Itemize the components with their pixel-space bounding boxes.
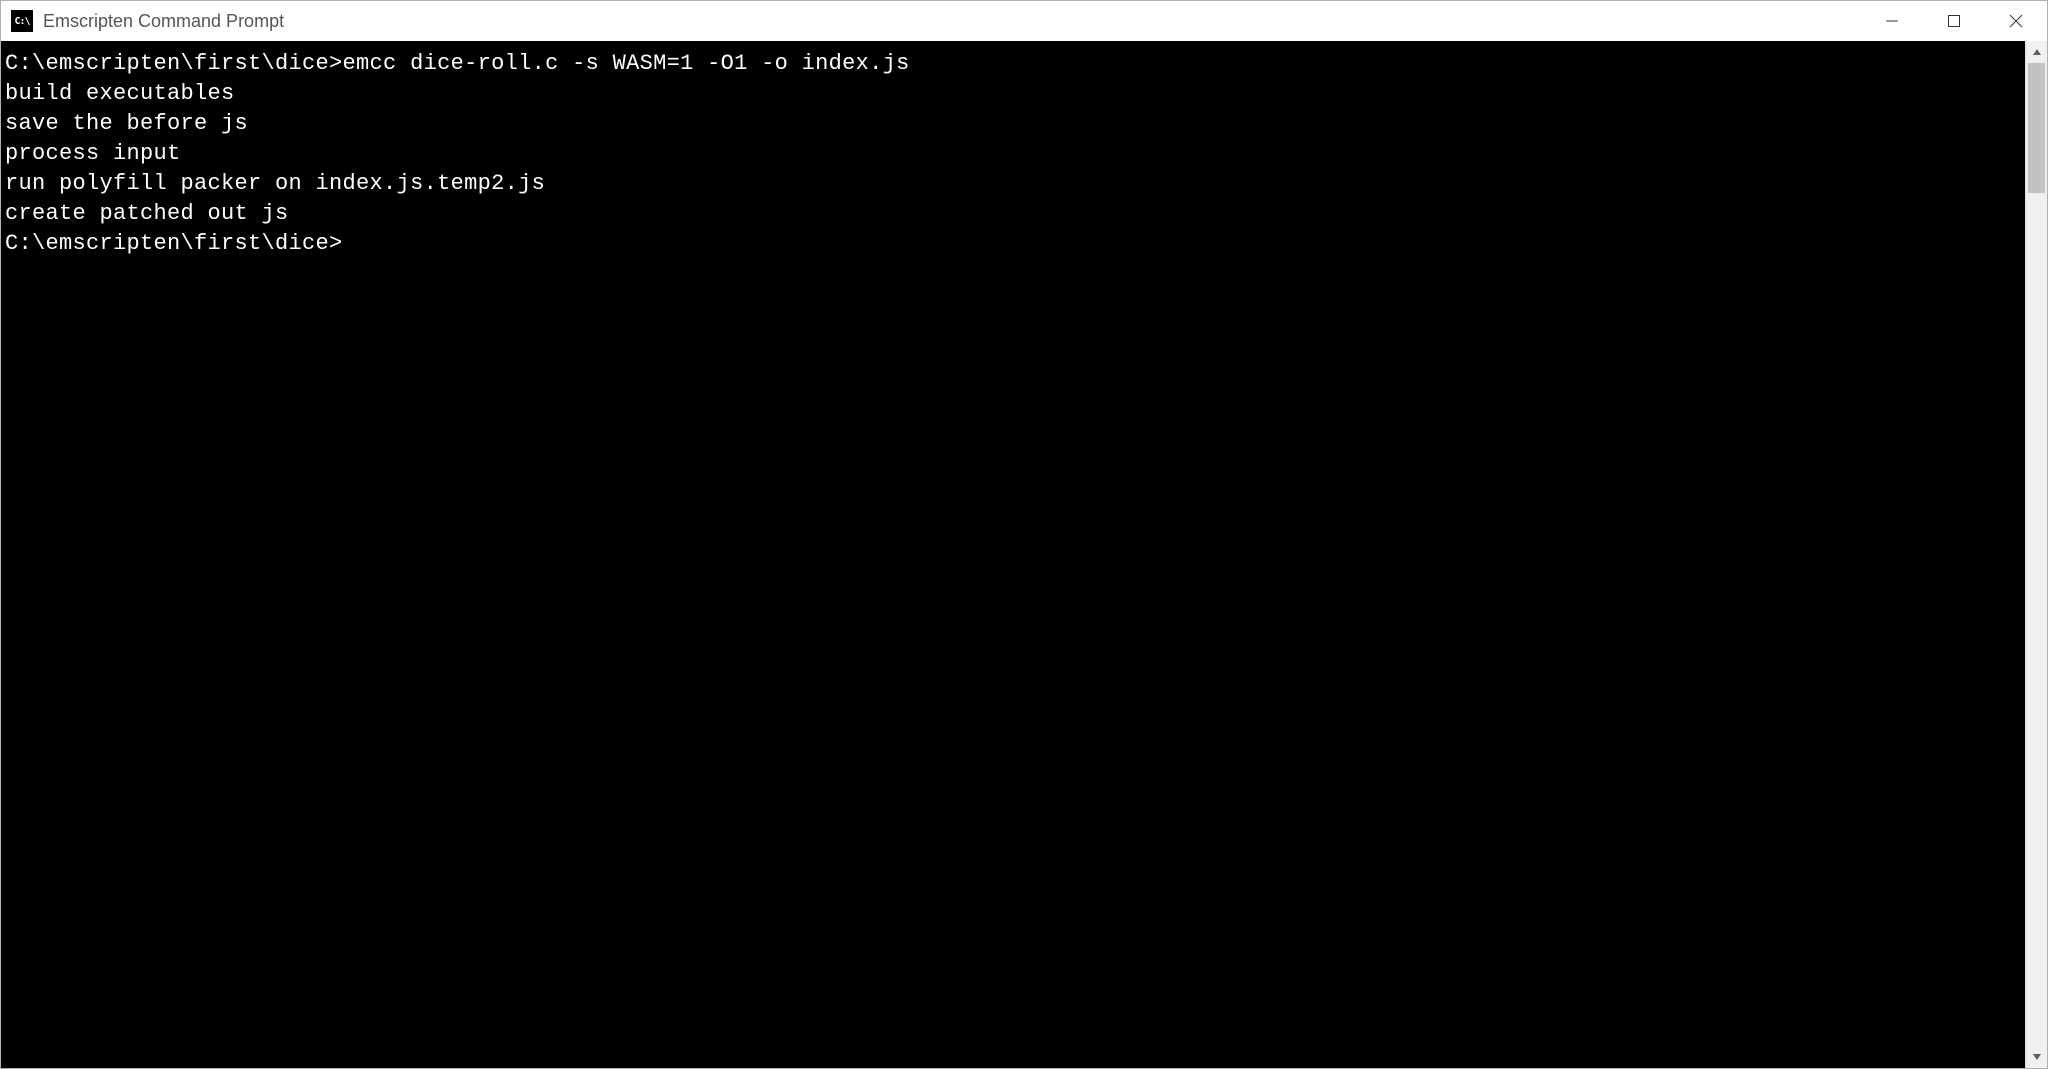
terminal-line: C:\emscripten\first\dice>emcc dice-roll.… (5, 49, 2021, 79)
terminal-line: C:\emscripten\first\dice> (5, 229, 2021, 259)
terminal-line: run polyfill packer on index.js.temp2.js (5, 169, 2021, 199)
close-icon (2009, 14, 2023, 28)
titlebar[interactable]: C:\ Emscripten Command Prompt (1, 1, 2047, 41)
chevron-down-icon (2032, 1052, 2042, 1062)
minimize-icon (1885, 14, 1899, 28)
chevron-up-icon (2032, 47, 2042, 57)
terminal-line: build executables (5, 79, 2021, 109)
scroll-up-button[interactable] (2026, 41, 2047, 63)
scroll-down-button[interactable] (2026, 1046, 2047, 1068)
terminal-output[interactable]: C:\emscripten\first\dice>emcc dice-roll.… (1, 41, 2025, 1068)
maximize-icon (1947, 14, 1961, 28)
command-prompt-window: C:\ Emscripten Command Prompt C:\emscrip… (0, 0, 2048, 1069)
minimize-button[interactable] (1861, 1, 1923, 41)
window-controls (1861, 1, 2047, 41)
terminal-line: save the before js (5, 109, 2021, 139)
maximize-button[interactable] (1923, 1, 1985, 41)
window-title: Emscripten Command Prompt (43, 11, 1861, 32)
cmd-icon: C:\ (11, 10, 33, 32)
close-button[interactable] (1985, 1, 2047, 41)
vertical-scrollbar[interactable] (2025, 41, 2047, 1068)
scroll-thumb[interactable] (2028, 63, 2045, 193)
terminal-line: process input (5, 139, 2021, 169)
scroll-track[interactable] (2026, 63, 2047, 1046)
client-area: C:\emscripten\first\dice>emcc dice-roll.… (1, 41, 2047, 1068)
terminal-line: create patched out js (5, 199, 2021, 229)
